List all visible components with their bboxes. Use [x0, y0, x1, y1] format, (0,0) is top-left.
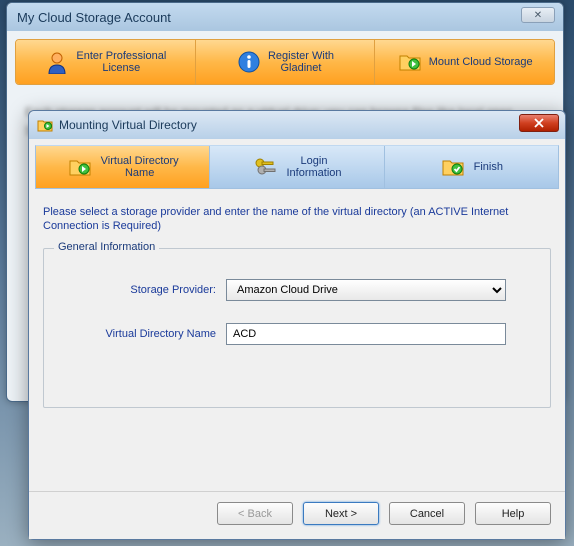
person-icon — [44, 49, 70, 75]
dialog-close-button[interactable] — [519, 114, 559, 132]
dialog-body: Please select a storage provider and ent… — [29, 195, 565, 491]
dirname-label: Virtual Directory Name — [56, 328, 226, 340]
wizard-tabstrip: Virtual DirectoryName LoginInformation F… — [35, 145, 559, 189]
wizard-tab-login[interactable]: LoginInformation — [210, 146, 384, 188]
help-button[interactable]: Help — [475, 502, 551, 525]
tab-license-label: Enter ProfessionalLicense — [76, 50, 166, 74]
wizard-tab-name-label: Virtual DirectoryName — [101, 155, 179, 179]
provider-row: Storage Provider: Amazon Cloud Drive — [56, 279, 538, 301]
dialog-footer: < Back Next > Cancel Help — [29, 491, 565, 539]
provider-select[interactable]: Amazon Cloud Drive — [226, 279, 506, 301]
tab-mount[interactable]: Mount Cloud Storage — [375, 40, 554, 84]
dirname-input[interactable] — [226, 323, 506, 345]
main-titlebar[interactable]: My Cloud Storage Account ✕ — [7, 3, 563, 31]
tab-register[interactable]: Register WithGladinet — [196, 40, 376, 84]
wizard-tab-finish[interactable]: Finish — [385, 146, 558, 188]
wizard-tab-name[interactable]: Virtual DirectoryName — [36, 146, 210, 188]
dialog-title-icon — [37, 117, 53, 133]
dialog-window: Mounting Virtual Directory Virtual Direc… — [28, 110, 566, 540]
folder-arrow-icon — [67, 154, 93, 180]
dialog-titlebar[interactable]: Mounting Virtual Directory — [29, 111, 565, 139]
info-icon — [236, 49, 262, 75]
close-icon — [534, 118, 544, 128]
tab-license[interactable]: Enter ProfessionalLicense — [16, 40, 196, 84]
keys-icon — [252, 154, 278, 180]
wizard-tab-finish-label: Finish — [474, 161, 503, 173]
dialog-title: Mounting Virtual Directory — [59, 118, 197, 132]
tab-register-label: Register WithGladinet — [268, 50, 334, 74]
tab-mount-label: Mount Cloud Storage — [429, 56, 533, 68]
next-button[interactable]: Next > — [303, 502, 379, 525]
back-button: < Back — [217, 502, 293, 525]
general-info-fieldset: General Information Storage Provider: Am… — [43, 248, 551, 408]
cancel-button[interactable]: Cancel — [389, 502, 465, 525]
main-title: My Cloud Storage Account — [17, 10, 171, 25]
main-tabstrip: Enter ProfessionalLicense Register WithG… — [15, 39, 555, 85]
close-icon: ✕ — [534, 10, 542, 21]
main-close-button[interactable]: ✕ — [521, 7, 555, 23]
folder-arrow-icon — [397, 49, 423, 75]
dirname-row: Virtual Directory Name — [56, 323, 538, 345]
instruction-text: Please select a storage provider and ent… — [43, 205, 551, 234]
provider-label: Storage Provider: — [56, 284, 226, 296]
fieldset-legend: General Information — [54, 241, 159, 253]
wizard-tab-login-label: LoginInformation — [286, 155, 341, 179]
folder-check-icon — [440, 154, 466, 180]
